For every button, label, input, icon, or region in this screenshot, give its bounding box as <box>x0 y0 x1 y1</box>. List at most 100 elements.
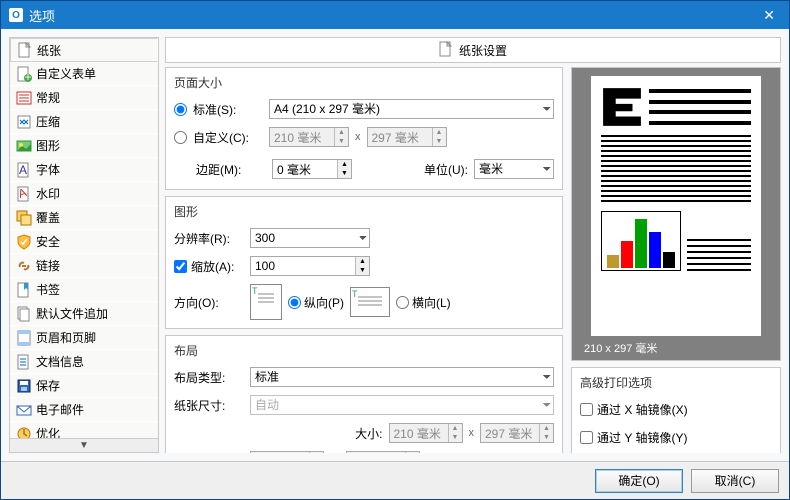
margin-spinner[interactable]: ▲▼ <box>272 159 352 179</box>
sidebar-item-bookmark[interactable]: 书签 <box>10 278 158 302</box>
preview-e-icon <box>601 86 643 128</box>
sidebar-item-label: 常规 <box>36 89 60 106</box>
overlay-icon <box>16 210 32 226</box>
app-icon: O <box>9 8 23 22</box>
sidebar-item-label: 纸张 <box>37 42 61 59</box>
standard-size-combo[interactable]: A4 (210 x 297 毫米) <box>269 99 554 119</box>
dialog-footer: 确定(O) 取消(C) <box>1 461 789 499</box>
cancel-button[interactable]: 取消(C) <box>691 469 779 493</box>
paper-size-label: 纸张尺寸: <box>174 397 244 414</box>
layout-type-label: 布局类型: <box>174 369 244 386</box>
preview-bar <box>621 241 633 268</box>
sidebar-item-link[interactable]: 链接 <box>10 254 158 278</box>
sidebar-item-form[interactable]: +自定义表单 <box>10 62 158 86</box>
sidebar-item-label: 文档信息 <box>36 353 84 370</box>
svg-text:+: + <box>24 70 31 82</box>
sidebar-item-shield[interactable]: 安全 <box>10 230 158 254</box>
preview-bar <box>663 252 675 268</box>
pos-y-spinner: ▲▼ <box>346 451 420 453</box>
sidebar-item-label: 水印 <box>36 185 60 202</box>
group-title: 图形 <box>174 203 554 220</box>
group-layout: 布局 布局类型: 标准 纸张尺寸: 自动 大小: <box>165 335 563 453</box>
sidebar-item-font[interactable]: A字体 <box>10 158 158 182</box>
standard-label: 标准(S): <box>193 101 263 118</box>
close-icon[interactable]: ✕ <box>757 7 781 24</box>
sidebar-item-compress[interactable]: 压缩 <box>10 110 158 134</box>
preview-bar <box>607 255 619 269</box>
preview-size-label: 210 x 297 毫米 <box>580 340 657 356</box>
sidebar-item-label: 优化 <box>36 425 60 438</box>
page-preview: 210 x 297 毫米 <box>571 67 781 361</box>
paper-size-combo: 自动 <box>250 395 554 415</box>
shield-icon <box>16 234 32 250</box>
page-icon <box>17 42 33 58</box>
radio-portrait[interactable]: 纵向(P) <box>288 294 344 311</box>
sidebar-item-append[interactable]: 默认文件追加 <box>10 302 158 326</box>
compress-icon <box>16 114 32 130</box>
layout-type-combo[interactable]: 标准 <box>250 367 554 387</box>
resolution-label: 分辨率(R): <box>174 230 244 247</box>
unit-combo[interactable]: 毫米 <box>474 159 554 179</box>
sidebar-item-label: 覆盖 <box>36 209 60 226</box>
scale-spinner[interactable]: ▲▼ <box>250 256 370 276</box>
group-title: 页面大小 <box>174 74 554 91</box>
group-graphic: 图形 分辨率(R): 300 缩放(A): ▲▼ 方向(O): T 纵 <box>165 196 563 329</box>
category-sidebar: 纸张+自定义表单常规压缩图形A字体A水印覆盖安全链接书签默认文件追加页眉和页脚文… <box>9 37 159 453</box>
ok-button[interactable]: 确定(O) <box>595 469 683 493</box>
radio-standard[interactable] <box>174 103 187 116</box>
sidebar-scroll-down[interactable]: ▼ <box>10 438 158 452</box>
mirror-x-checkbox[interactable]: 通过 X 轴镜像(X) <box>580 401 688 418</box>
mirror-y-checkbox[interactable]: 通过 Y 轴镜像(Y) <box>580 429 687 446</box>
link-icon <box>16 258 32 274</box>
sidebar-item-label: 图形 <box>36 137 60 154</box>
position-label: 位置: <box>174 453 244 454</box>
titlebar[interactable]: O 选项 ✕ <box>1 1 789 29</box>
header-footer-icon <box>16 330 32 346</box>
image-icon <box>16 138 32 154</box>
window-title: 选项 <box>29 6 757 25</box>
sidebar-item-overlay[interactable]: 覆盖 <box>10 206 158 230</box>
sidebar-item-header-footer[interactable]: 页眉和页脚 <box>10 326 158 350</box>
sidebar-item-label: 压缩 <box>36 113 60 130</box>
page-header: 纸张设置 <box>165 37 781 63</box>
scale-checkbox[interactable]: 缩放(A): <box>174 258 244 275</box>
sidebar-item-label: 链接 <box>36 257 60 274</box>
layout-big-w: ▲▼ <box>389 423 463 443</box>
sidebar-item-email[interactable]: 电子邮件 <box>10 398 158 422</box>
sidebar-item-label: 电子邮件 <box>36 401 84 418</box>
custom-label: 自定义(C): <box>193 129 263 146</box>
sidebar-item-label: 默认文件追加 <box>36 305 108 322</box>
font-icon: A <box>16 162 32 178</box>
sidebar-item-doc-info[interactable]: 文档信息 <box>10 350 158 374</box>
group-page-size: 页面大小 标准(S): A4 (210 x 297 毫米) 自定义(C): ▲▼… <box>165 67 563 190</box>
optimize-icon <box>16 426 32 439</box>
preview-bar <box>649 232 661 268</box>
radio-custom[interactable] <box>174 131 187 144</box>
form-icon: + <box>16 66 32 82</box>
margin-label: 边距(M): <box>196 161 266 178</box>
sidebar-item-label: 保存 <box>36 377 60 394</box>
email-icon <box>16 402 32 418</box>
sidebar-item-page[interactable]: 纸张 <box>10 38 158 62</box>
sidebar-item-label: 页眉和页脚 <box>36 329 96 346</box>
sidebar-item-save[interactable]: 保存 <box>10 374 158 398</box>
center-checkbox: 居中 <box>426 453 467 454</box>
sidebar-item-image[interactable]: 图形 <box>10 134 158 158</box>
sidebar-item-label: 书签 <box>36 281 60 298</box>
radio-landscape[interactable]: 横向(L) <box>396 294 451 311</box>
group-title: 布局 <box>174 342 554 359</box>
resolution-combo[interactable]: 300 <box>250 228 370 248</box>
sidebar-item-list[interactable]: 常规 <box>10 86 158 110</box>
watermark-icon: A <box>16 186 32 202</box>
append-icon <box>16 306 32 322</box>
sidebar-item-watermark[interactable]: A水印 <box>10 182 158 206</box>
portrait-icon[interactable]: T <box>250 284 282 320</box>
pos-x-spinner: ▲▼ <box>250 451 324 453</box>
landscape-icon[interactable]: T <box>350 287 390 317</box>
group-title: 高级打印选项 <box>580 374 772 391</box>
sidebar-item-optimize[interactable]: 优化 <box>10 422 158 438</box>
save-icon <box>16 378 32 394</box>
page-title: 纸张设置 <box>459 42 507 59</box>
preview-bar-chart <box>601 211 681 271</box>
doc-info-icon <box>16 354 32 370</box>
